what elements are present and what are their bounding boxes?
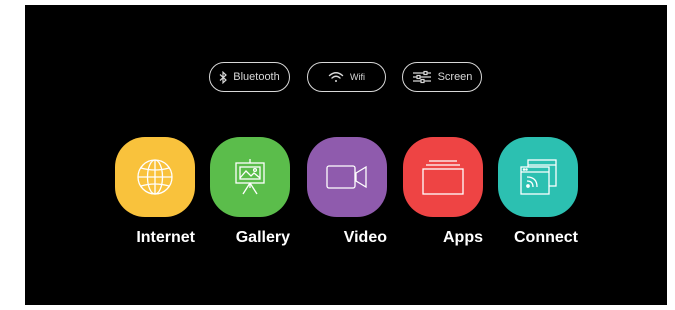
gallery-tile[interactable]	[210, 137, 290, 217]
internet-label: Internet	[136, 229, 195, 246]
bluetooth-label: Bluetooth	[233, 71, 280, 83]
connect-tile[interactable]	[498, 137, 578, 217]
sliders-icon	[412, 70, 432, 84]
app-gallery[interactable]: Gallery	[210, 137, 290, 247]
app-internet[interactable]: Internet	[115, 137, 195, 247]
tv-home-screen: Bluetooth Wifi Screen Internet Gallery V…	[25, 5, 667, 305]
gallery-label: Gallery	[235, 229, 290, 246]
wifi-icon	[328, 71, 344, 83]
screen-label: Screen	[437, 71, 473, 83]
quick-settings-bar: Bluetooth Wifi Screen	[25, 62, 667, 96]
wifi-label: Wifi	[350, 72, 365, 82]
apps-tile[interactable]	[403, 137, 483, 217]
screen-cast-icon	[520, 159, 557, 195]
wifi-button[interactable]: Wifi	[307, 62, 386, 92]
app-video[interactable]: Video	[307, 137, 387, 247]
screen-button[interactable]: Screen	[402, 62, 482, 92]
bluetooth-button[interactable]: Bluetooth	[209, 62, 290, 92]
globe-icon	[137, 159, 173, 195]
bluetooth-icon	[219, 70, 228, 84]
app-connect[interactable]: Connect	[498, 137, 578, 247]
internet-tile[interactable]	[115, 137, 195, 217]
video-tile[interactable]	[307, 137, 387, 217]
app-apps[interactable]: Apps	[403, 137, 483, 247]
apps-label: Apps	[443, 229, 483, 246]
video-label: Video	[343, 229, 387, 246]
presentation-board-icon	[235, 159, 265, 195]
connect-label: Connect	[514, 229, 578, 246]
stacked-windows-icon	[422, 160, 464, 195]
video-camera-icon	[326, 165, 367, 189]
